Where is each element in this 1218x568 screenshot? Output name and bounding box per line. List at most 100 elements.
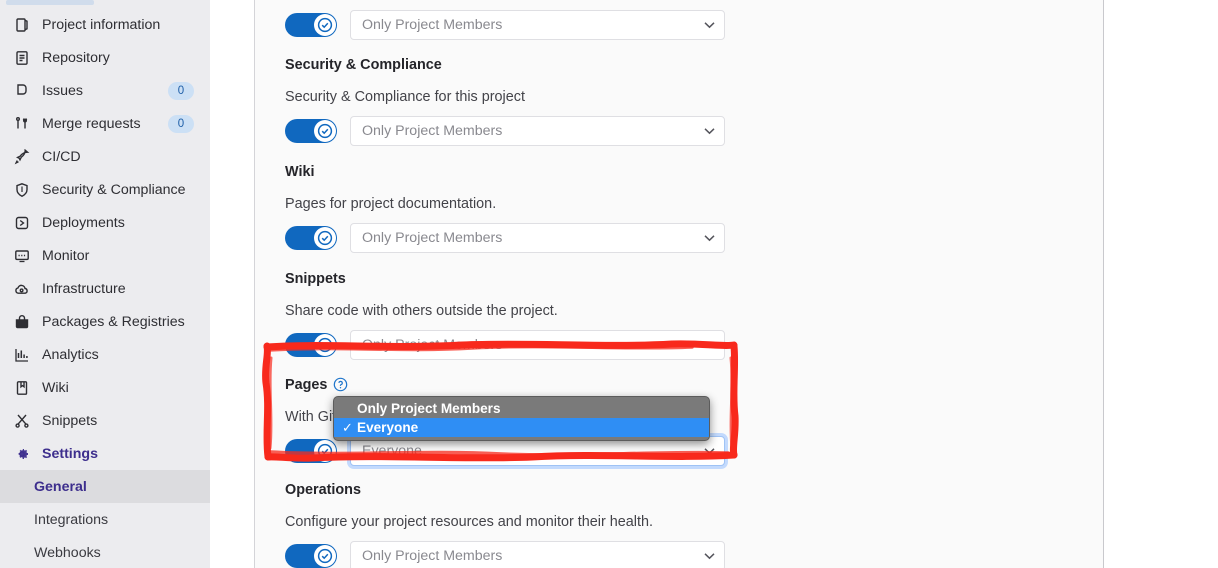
dropdown-option-label: Everyone <box>357 420 419 435</box>
issues-icon <box>14 83 30 99</box>
scissors-icon <box>14 413 30 429</box>
sidebar-item-label: Security & Compliance <box>42 181 186 198</box>
section-title: Pages <box>285 377 328 393</box>
cloud-gear-icon <box>14 281 30 297</box>
setting-row: Only Project Members <box>285 330 1085 360</box>
sidebar-item-label: Merge requests <box>42 115 141 132</box>
sidebar-subitem-label: Integrations <box>34 511 109 528</box>
sidebar-item-merge-requests[interactable]: Merge requests 0 <box>0 107 210 140</box>
sidebar-nav-list: Project information Repository Issues 0 <box>0 8 210 568</box>
visibility-dropdown-popup[interactable]: Only Project Members ✓ Everyone <box>333 396 710 441</box>
toggle-security-compliance[interactable] <box>285 119 337 143</box>
dropdown-option-label: Only Project Members <box>357 401 501 416</box>
dropdown-option-everyone[interactable]: ✓ Everyone <box>334 418 709 437</box>
chevron-down-icon <box>704 443 715 459</box>
sidebar-item-deployments[interactable]: Deployments <box>0 206 210 239</box>
visibility-features-sections: Only Project Members Security & Complian… <box>285 0 1085 568</box>
monitor-icon <box>14 248 30 264</box>
select-snippets[interactable]: Only Project Members <box>350 330 725 360</box>
right-empty-pane <box>1104 0 1218 568</box>
chevron-down-icon <box>704 230 715 246</box>
select-value: Only Project Members <box>362 548 503 564</box>
sidebar-item-label: Repository <box>42 49 110 66</box>
dropdown-option-only-project-members[interactable]: Only Project Members <box>334 399 709 418</box>
select-security-compliance[interactable]: Only Project Members <box>350 116 725 146</box>
section-title-pages: Pages <box>285 376 1085 394</box>
sidebar-item-project-information[interactable]: Project information <box>0 8 210 41</box>
sidebar-item-label: Infrastructure <box>42 280 126 297</box>
sidebar-item-monitor[interactable]: Monitor <box>0 239 210 272</box>
sidebar-subitem-label: General <box>34 478 87 495</box>
select-operations[interactable]: Only Project Members <box>350 541 725 568</box>
select-wiki[interactable]: Only Project Members <box>350 223 725 253</box>
gear-icon <box>14 446 30 462</box>
sidebar-item-packages-registries[interactable]: Packages & Registries <box>0 305 210 338</box>
select-value: Only Project Members <box>362 17 503 33</box>
project-sidebar: Project information Repository Issues 0 <box>0 0 210 568</box>
chevron-down-icon <box>704 123 715 139</box>
book-icon <box>14 380 30 396</box>
merge-requests-count-badge: 0 <box>168 114 194 133</box>
chevron-down-icon <box>704 548 715 564</box>
setting-row: Only Project Members <box>285 541 1085 568</box>
select-value: Only Project Members <box>362 230 503 246</box>
sidebar-item-issues[interactable]: Issues 0 <box>0 74 210 107</box>
chevron-down-icon <box>704 337 715 353</box>
section-title: Operations <box>285 482 361 498</box>
sidebar-item-label: Snippets <box>42 412 98 429</box>
select-value: Only Project Members <box>362 123 503 139</box>
sidebar-item-repository[interactable]: Repository <box>0 41 210 74</box>
sidebar-item-label: Settings <box>42 445 98 462</box>
package-icon <box>14 314 30 330</box>
sidebar-item-security-compliance[interactable]: Security & Compliance <box>0 173 210 206</box>
toggle-knob <box>314 14 336 36</box>
toggle-pages[interactable] <box>285 439 337 463</box>
sidebar-subitem-webhooks[interactable]: Webhooks <box>0 536 210 568</box>
sidebar-item-infrastructure[interactable]: Infrastructure <box>0 272 210 305</box>
select-partial-top[interactable]: Only Project Members <box>350 10 725 40</box>
sidebar-item-wiki[interactable]: Wiki <box>0 371 210 404</box>
sidebar-item-label: Deployments <box>42 214 125 231</box>
issues-count-badge: 0 <box>168 81 194 100</box>
toggle-snippets[interactable] <box>285 333 337 357</box>
select-value: Everyone <box>362 443 422 459</box>
sidebar-item-snippets[interactable]: Snippets <box>0 404 210 437</box>
setting-row: Only Project Members <box>285 223 1085 253</box>
setting-section-operations: Operations Configure your project resour… <box>285 481 1085 568</box>
section-title: Wiki <box>285 164 315 180</box>
repository-icon <box>14 50 30 66</box>
setting-section-security-compliance: Security & Compliance Security & Complia… <box>285 56 1085 146</box>
setting-section-wiki: Wiki Pages for project documentation. On… <box>285 163 1085 253</box>
toggle-knob <box>314 545 336 567</box>
section-description: Share code with others outside the proje… <box>285 303 558 319</box>
toggle-knob <box>314 227 336 249</box>
check-icon: ✓ <box>342 419 353 435</box>
toggle-knob <box>314 334 336 356</box>
sidebar-item-analytics[interactable]: Analytics <box>0 338 210 371</box>
sidebar-top-stub <box>6 0 94 5</box>
sidebar-item-label: Project information <box>42 16 161 33</box>
toggle-wiki[interactable] <box>285 226 337 250</box>
help-question-icon[interactable] <box>333 377 348 392</box>
sidebar-subitem-general[interactable]: General <box>0 470 210 503</box>
sidebar-subitem-integrations[interactable]: Integrations <box>0 503 210 536</box>
sidebar-item-label: Packages & Registries <box>42 313 185 330</box>
settings-content-pane: Only Project Members Security & Complian… <box>255 0 1103 568</box>
sidebar-item-label: Wiki <box>42 379 69 396</box>
chart-bar-icon <box>14 347 30 363</box>
sidebar-item-cicd[interactable]: CI/CD <box>0 140 210 173</box>
toggle-knob <box>314 440 336 462</box>
sidebar-item-label: CI/CD <box>42 148 81 165</box>
toggle-operations[interactable] <box>285 544 337 568</box>
sidebar-subitem-label: Webhooks <box>34 544 101 561</box>
sidebar-item-label: Issues <box>42 82 84 99</box>
section-description: Configure your project resources and mon… <box>285 514 653 530</box>
toggle-partial-top[interactable] <box>285 13 337 37</box>
section-description: Pages for project documentation. <box>285 196 497 212</box>
sidebar-item-settings[interactable]: Settings <box>0 437 210 470</box>
gitlab-project-settings-screen: Project information Repository Issues 0 <box>0 0 1218 568</box>
setting-row-partial-top: Only Project Members <box>285 10 1085 40</box>
toggle-knob <box>314 120 336 142</box>
sidebar-item-label: Monitor <box>42 247 90 264</box>
section-description: Security & Compliance for this project <box>285 89 525 105</box>
